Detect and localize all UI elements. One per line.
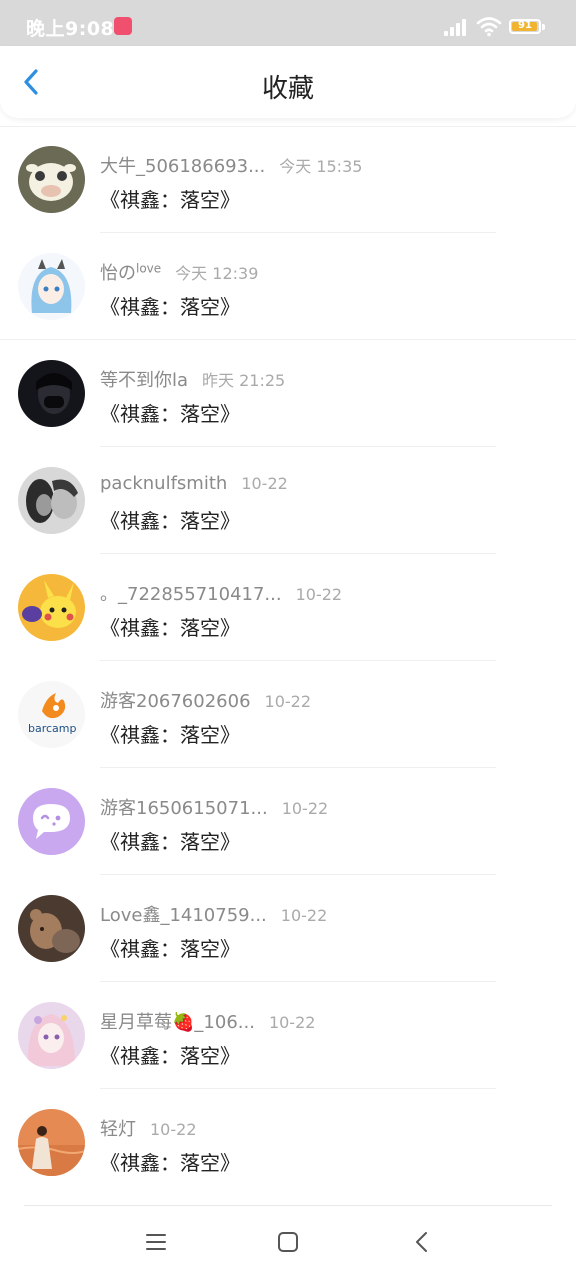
item-meta: Love鑫_1410759... 10-22 — [100, 901, 328, 926]
avatar[interactable] — [18, 253, 85, 320]
item-content: 《祺鑫：落空》 — [100, 1044, 240, 1068]
username: Love鑫_1410759... — [100, 905, 267, 926]
username: 游客1650615071... — [100, 798, 268, 819]
list-item[interactable]: packnulfsmith 10-22 《祺鑫：落空》 — [0, 447, 576, 554]
item-content: 《祺鑫：落空》 — [100, 1151, 240, 1175]
timestamp: 10-22 — [241, 474, 288, 493]
item-meta: 等不到你la 昨天 21:25 — [100, 366, 286, 391]
avatar[interactable] — [18, 146, 85, 213]
username: 等不到你la — [100, 370, 189, 391]
back-triangle-icon — [416, 1232, 427, 1252]
header: 收藏 — [0, 46, 576, 118]
barcamp-logo-avatar: barcamp — [18, 681, 85, 748]
item-meta: 游客1650615071... 10-22 — [100, 794, 329, 819]
avatar[interactable] — [18, 574, 85, 641]
battery-cap — [542, 24, 545, 30]
item-content: 《祺鑫：落空》 — [100, 723, 240, 747]
home-button[interactable] — [273, 1227, 303, 1257]
item-content: 《祺鑫：落空》 — [100, 295, 240, 319]
pikachu-avatar — [18, 574, 85, 641]
list-item[interactable]: 轻灯 10-22 《祺鑫：落空》 — [0, 1089, 576, 1196]
username: 星月草莓🍓_106... — [100, 1012, 255, 1033]
username-superscript: love — [136, 261, 162, 276]
avatar[interactable]: barcamp — [18, 681, 85, 748]
list-item[interactable]: 等不到你la 昨天 21:25 《祺鑫：落空》 — [0, 340, 576, 447]
anime-girl-pink-avatar — [18, 1002, 85, 1069]
list-item[interactable]: 大牛_506186693... 今天 15:35 《祺鑫：落空》 — [0, 126, 576, 233]
status-time: 晚上9:08 — [26, 18, 115, 40]
system-nav-bar — [0, 1205, 576, 1280]
timestamp: 10-22 — [268, 1013, 316, 1032]
bw-couple-avatar — [18, 467, 85, 534]
app-notification-icon — [114, 17, 132, 35]
status-bar: 晚上9:08 91 — [0, 0, 576, 46]
menu-button[interactable] — [141, 1227, 171, 1257]
item-content: 《祺鑫：落空》 — [100, 188, 240, 212]
page-title: 收藏 — [261, 74, 314, 104]
username: 。_722855710417... — [100, 584, 282, 605]
item-meta: 轻灯 10-22 — [100, 1115, 197, 1140]
avatar[interactable] — [18, 1002, 85, 1069]
username: 大牛_506186693... — [100, 156, 266, 177]
timestamp: 10-22 — [150, 1120, 197, 1139]
list-item[interactable]: 怡のlove 今天 12:39 《祺鑫：落空》 — [0, 233, 576, 340]
item-meta: packnulfsmith 10-22 — [100, 473, 288, 497]
item-meta: 怡のlove 今天 12:39 — [100, 259, 259, 284]
wifi-icon — [476, 17, 502, 37]
item-content: 《祺鑫：落空》 — [100, 509, 240, 533]
list-item[interactable]: barcamp 游客2067602606 10-22 《祺鑫：落空》 — [0, 661, 576, 768]
item-content: 《祺鑫：落空》 — [100, 937, 240, 961]
item-content: 《祺鑫：落空》 — [100, 830, 240, 854]
timestamp: 今天 15:35 — [279, 157, 363, 176]
item-content: 《祺鑫：落空》 — [100, 402, 240, 426]
teddy-bear-avatar — [18, 895, 85, 962]
home-square-icon — [278, 1232, 298, 1252]
username: packnulfsmith — [100, 473, 228, 494]
anime-girl-avatar — [18, 253, 85, 320]
item-meta: 星月草莓🍓_106... 10-22 — [100, 1008, 316, 1033]
timestamp: 今天 12:39 — [175, 264, 259, 283]
cartoon-cow-avatar — [18, 146, 85, 213]
sunset-person-avatar — [18, 1109, 85, 1176]
list-item[interactable]: 游客1650615071... 10-22 《祺鑫：落空》 — [0, 768, 576, 875]
timestamp: 10-22 — [280, 906, 328, 925]
item-meta: 游客2067602606 10-22 — [100, 687, 312, 712]
avatar[interactable] — [18, 895, 85, 962]
item-meta: 大牛_506186693... 今天 15:35 — [100, 152, 363, 177]
avatar[interactable] — [18, 360, 85, 427]
timestamp: 10-22 — [295, 585, 343, 604]
item-content: 《祺鑫：落空》 — [100, 616, 240, 640]
list-item[interactable]: Love鑫_1410759... 10-22 《祺鑫：落空》 — [0, 875, 576, 982]
dark-person-avatar — [18, 360, 85, 427]
timestamp: 10-22 — [264, 692, 312, 711]
battery-level: 91 — [518, 20, 532, 31]
battery-icon: 91 — [509, 19, 541, 34]
username: 轻灯 — [100, 1119, 136, 1140]
system-back-button[interactable] — [407, 1227, 437, 1257]
chat-bubble-avatar — [18, 788, 85, 855]
avatar[interactable] — [18, 788, 85, 855]
list-item[interactable]: 。_722855710417... 10-22 《祺鑫：落空》 — [0, 554, 576, 661]
timestamp: 10-22 — [281, 799, 329, 818]
username: 怡の — [100, 263, 136, 284]
signal-icon — [444, 18, 470, 36]
timestamp: 昨天 21:25 — [202, 371, 286, 390]
nav-divider — [24, 1205, 552, 1206]
username: 游客2067602606 — [100, 691, 251, 712]
list-item[interactable]: 星月草莓🍓_106... 10-22 《祺鑫：落空》 — [0, 982, 576, 1089]
item-meta: 。_722855710417... 10-22 — [100, 580, 343, 605]
avatar[interactable] — [18, 467, 85, 534]
menu-icon — [146, 1234, 166, 1250]
avatar[interactable] — [18, 1109, 85, 1176]
barcamp-logo-text: barcamp — [28, 722, 77, 735]
